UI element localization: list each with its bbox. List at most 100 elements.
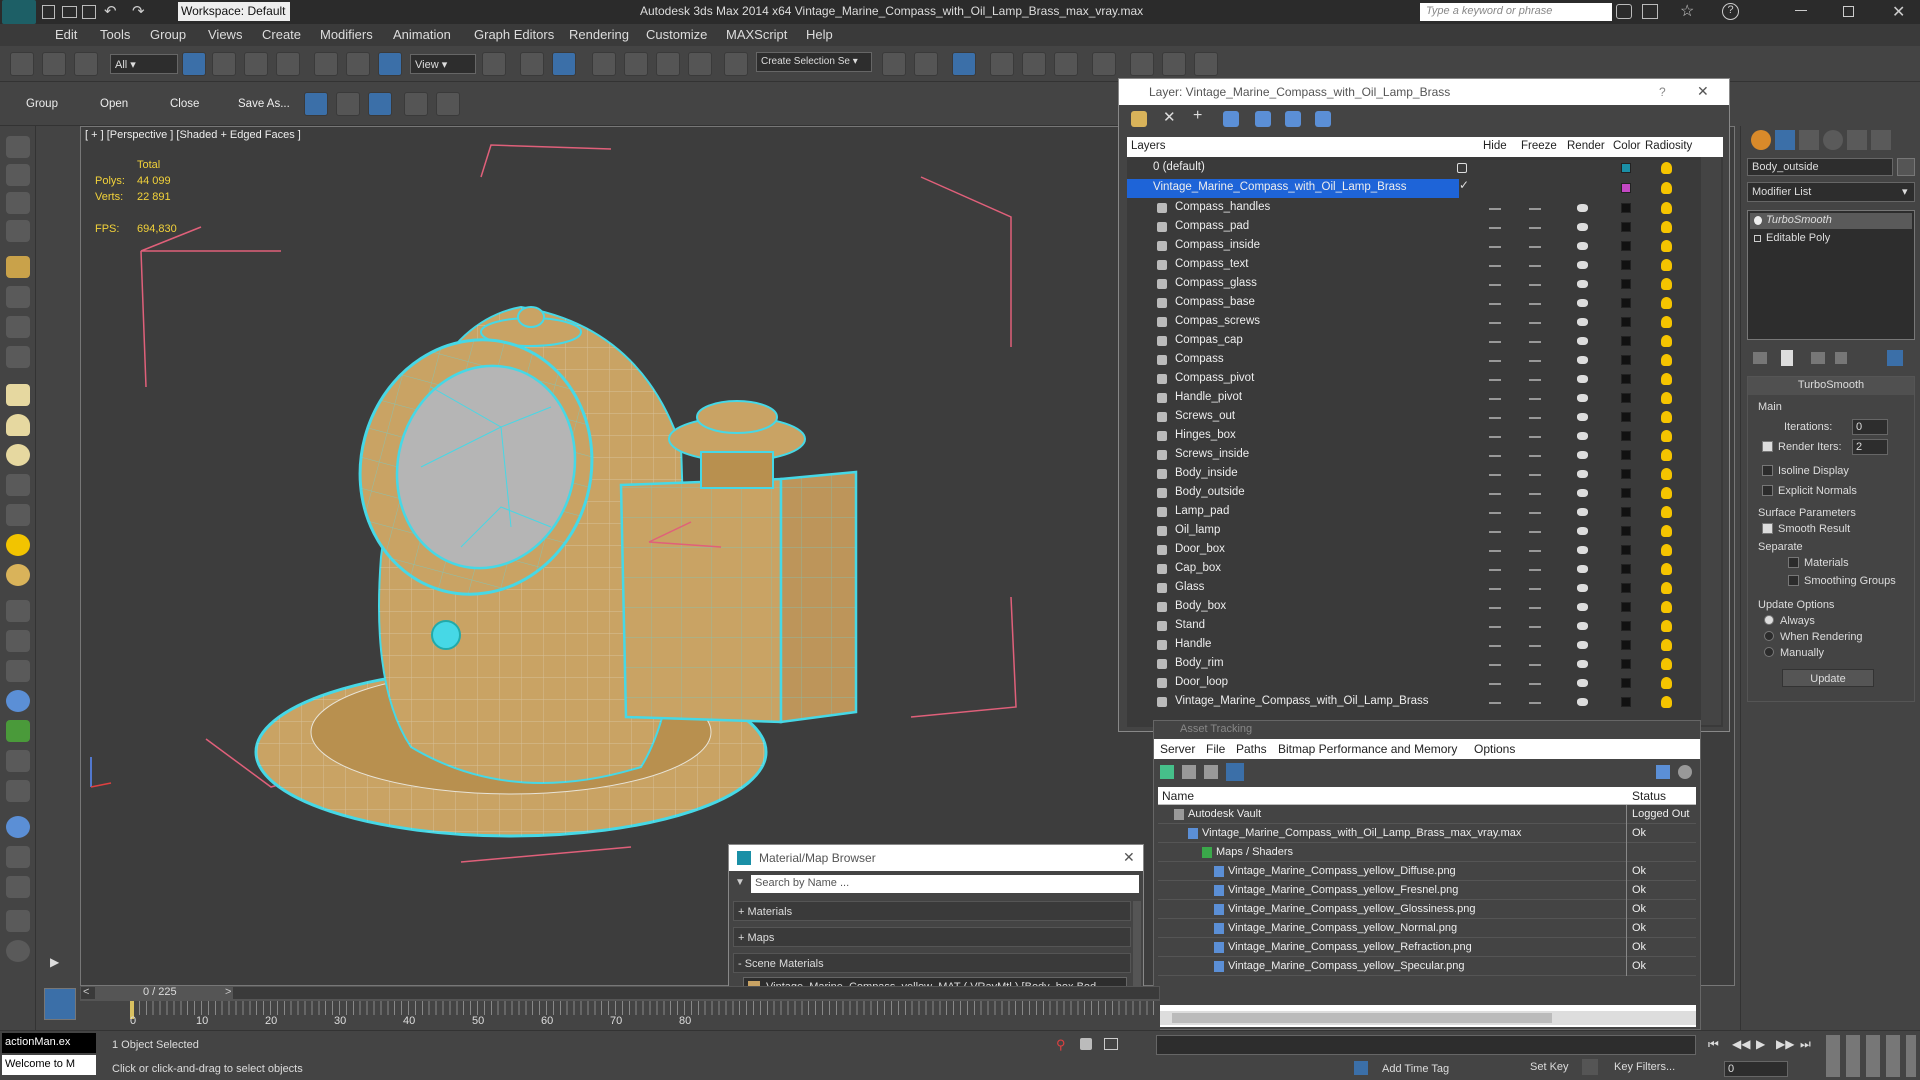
hide-toggle[interactable] [1489, 550, 1501, 552]
favorites-star-icon[interactable]: ☆ [1680, 1, 1694, 21]
layer-object-row[interactable]: Cap_box [1127, 560, 1701, 579]
remove-modifier-icon[interactable] [1835, 352, 1847, 364]
scale-icon[interactable] [378, 52, 402, 76]
undo-icon[interactable]: ↶ [104, 2, 117, 20]
layer-object-row[interactable]: Door_loop [1127, 674, 1701, 693]
asset-scroll-thumb[interactable] [1172, 1013, 1552, 1023]
hide-toggle[interactable] [1489, 341, 1501, 343]
vault-icon[interactable] [1656, 765, 1670, 779]
delete-layer-icon[interactable]: ✕ [1163, 108, 1176, 126]
hide-toggle[interactable] [1489, 322, 1501, 324]
hide-toggle[interactable] [1489, 645, 1501, 647]
render-teapot-icon[interactable] [1577, 280, 1588, 288]
layer-color-swatch[interactable] [1621, 564, 1631, 574]
layer-object-row[interactable]: Body_outside [1127, 484, 1701, 503]
asset-row[interactable]: Vintage_Marine_Compass_yellow_Glossiness… [1158, 900, 1696, 919]
layer-object-row[interactable]: Lamp_pad [1127, 503, 1701, 522]
layer-object-row[interactable]: Compass_pivot [1127, 370, 1701, 389]
tool-icon[interactable] [6, 846, 30, 868]
layer-object-row[interactable]: Door_box [1127, 541, 1701, 560]
layer-object-row[interactable]: Compass_glass [1127, 275, 1701, 294]
render-teapot-icon[interactable] [1577, 679, 1588, 687]
pin-stack-icon[interactable] [1753, 352, 1767, 364]
asset-menu-bitmap[interactable]: Bitmap Performance and Memory [1278, 742, 1457, 756]
plane-icon[interactable] [6, 384, 30, 406]
grid-icon[interactable] [6, 220, 30, 242]
layer-color-swatch[interactable] [1621, 507, 1631, 517]
freeze-toggle[interactable] [1529, 531, 1541, 533]
radiosity-icon[interactable] [1661, 316, 1672, 328]
render-teapot-icon[interactable] [1577, 603, 1588, 611]
curve-editor-icon[interactable] [1022, 52, 1046, 76]
radiosity-icon[interactable] [1661, 240, 1672, 252]
freeze-all-icon[interactable] [1315, 111, 1331, 127]
layer-color-swatch[interactable] [1621, 450, 1631, 460]
rendered-frame-window-icon[interactable] [1162, 52, 1186, 76]
layer-object-row[interactable]: Screws_out [1127, 408, 1701, 427]
asset-row[interactable]: Autodesk Vault Logged Out [1158, 805, 1696, 824]
angle-snap-icon[interactable] [624, 52, 648, 76]
script-listener-output[interactable]: Welcome to M [2, 1055, 96, 1075]
layer-color-swatch[interactable] [1621, 260, 1631, 270]
time-slider-prev-icon[interactable]: < [83, 986, 89, 998]
close-button[interactable]: Close [170, 98, 199, 110]
unlink-icon[interactable] [42, 52, 66, 76]
radiosity-icon[interactable] [1661, 430, 1672, 442]
layer-object-row[interactable]: Handle_pivot [1127, 389, 1701, 408]
plant-icon[interactable] [6, 720, 30, 742]
save-as-button[interactable]: Save As... [238, 98, 290, 110]
menu-customize[interactable]: Customize [646, 27, 707, 42]
graphite-ribbon-icon[interactable] [990, 52, 1014, 76]
communication-icon[interactable] [1642, 4, 1658, 19]
open-button[interactable]: Open [100, 98, 128, 110]
update-button[interactable]: Update [1782, 669, 1874, 687]
layer-object-row[interactable]: Stand [1127, 617, 1701, 636]
radiosity-icon[interactable] [1661, 544, 1672, 556]
layer-color-swatch[interactable] [1621, 317, 1631, 327]
rectangular-selection-icon[interactable] [244, 52, 268, 76]
render-teapot-icon[interactable] [1577, 508, 1588, 516]
render-teapot-icon[interactable] [1577, 660, 1588, 668]
layer-row-main[interactable]: Vintage_Marine_Compass_with_Oil_Lamp_Bra… [1127, 179, 1459, 198]
render-teapot-icon[interactable] [1577, 489, 1588, 497]
hide-toggle[interactable] [1489, 436, 1501, 438]
hierarchy-tab-icon[interactable] [1799, 130, 1819, 150]
freeze-toggle[interactable] [1529, 379, 1541, 381]
radiosity-icon[interactable] [1661, 468, 1672, 480]
teapot-icon[interactable] [6, 136, 30, 158]
render-teapot-icon[interactable] [1577, 432, 1588, 440]
render-teapot-icon[interactable] [1577, 470, 1588, 478]
asset-row[interactable]: Vintage_Marine_Compass_with_Oil_Lamp_Bra… [1158, 824, 1696, 843]
select-by-name-icon[interactable] [212, 52, 236, 76]
freeze-toggle[interactable] [1529, 436, 1541, 438]
freeze-toggle[interactable] [1529, 227, 1541, 229]
light-icon[interactable] [6, 256, 30, 278]
menu-create[interactable]: Create [262, 27, 301, 42]
menu-modifiers[interactable]: Modifiers [320, 27, 373, 42]
hair-icon[interactable] [6, 750, 30, 772]
menu-rendering[interactable]: Rendering [569, 27, 629, 42]
render-teapot-icon[interactable] [1577, 622, 1588, 630]
radiosity-icon[interactable] [1661, 373, 1672, 385]
layer-object-row[interactable]: Vintage_Marine_Compass_with_Oil_Lamp_Bra… [1127, 693, 1701, 712]
radiosity-icon[interactable] [1661, 449, 1672, 461]
hide-toggle[interactable] [1489, 360, 1501, 362]
document-icon[interactable] [6, 910, 30, 932]
freeze-toggle[interactable] [1529, 607, 1541, 609]
expand-plus-icon[interactable] [1754, 235, 1761, 242]
go-to-end-icon[interactable]: ⏭ [1800, 1037, 1811, 1052]
list-view-icon[interactable] [1182, 765, 1196, 779]
layer-object-row[interactable]: Compass_base [1127, 294, 1701, 313]
hide-toggle[interactable] [1489, 626, 1501, 628]
material-editor-icon[interactable] [1092, 52, 1116, 76]
render-setup-icon[interactable] [1130, 52, 1154, 76]
camera-icon[interactable] [6, 346, 30, 368]
hide-toggle[interactable] [1489, 683, 1501, 685]
hide-toggle[interactable] [1489, 284, 1501, 286]
render-teapot-icon[interactable] [1577, 242, 1588, 250]
layer-color-swatch[interactable] [1621, 393, 1631, 403]
hide-toggle[interactable] [1489, 569, 1501, 571]
configure-sets-icon[interactable] [1887, 350, 1903, 366]
asset-col-name[interactable]: Name [1162, 789, 1194, 803]
radiosity-icon[interactable] [1661, 297, 1672, 309]
